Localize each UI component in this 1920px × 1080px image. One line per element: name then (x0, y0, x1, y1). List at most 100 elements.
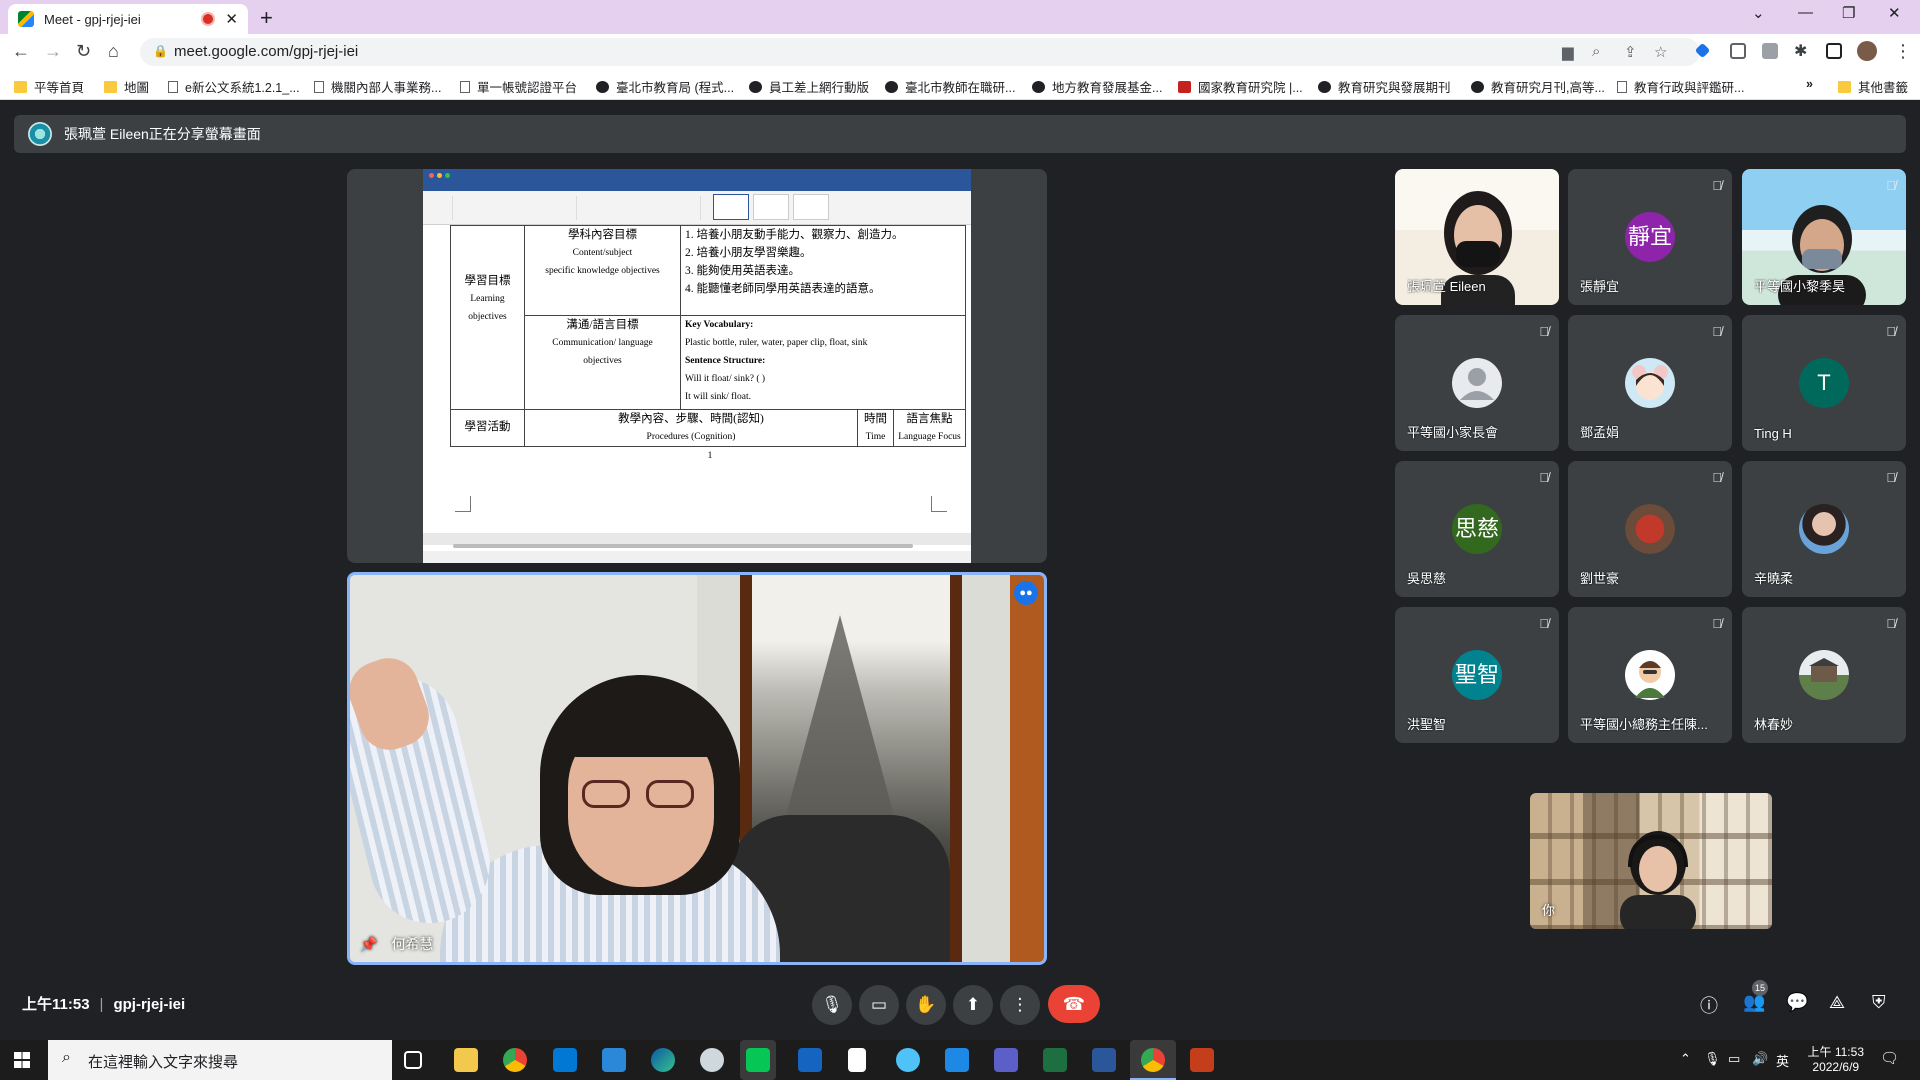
participant-tile[interactable]: 🎙̸ 林春妙 (1742, 607, 1906, 743)
lock-icon[interactable]: 🔒 (153, 44, 168, 58)
participant-tile[interactable]: 🎙̸ T Ting H (1742, 315, 1906, 451)
powerpoint-icon[interactable] (1190, 1048, 1214, 1072)
bookmark-item[interactable]: 員工差上網行動版 (749, 77, 869, 96)
bookmark-item[interactable]: 單一帳號認證平台 (460, 77, 577, 96)
pin-icon[interactable]: 📌 (360, 936, 377, 953)
participant-tile[interactable]: 🎙̸ 劉世豪 (1568, 461, 1732, 597)
windows-start-icon[interactable] (14, 1052, 30, 1068)
participant-tile[interactable]: 張珮萱 Eileen (1395, 169, 1559, 305)
bookmark-item[interactable]: e新公文系統1.2.1_... (168, 77, 300, 96)
close-tab-icon[interactable]: ✕ (225, 10, 238, 28)
chat-icon[interactable]: 💬 (1786, 992, 1808, 1013)
bookmark-item[interactable]: 機關內部人事業務... (314, 77, 441, 96)
chrome-icon[interactable] (503, 1048, 527, 1072)
store-icon[interactable] (553, 1048, 577, 1072)
taskbar-search-box[interactable]: ⌕ 在這裡輸入文字來搜尋 (48, 1040, 392, 1080)
microphone-button[interactable]: 🎙 (812, 985, 852, 1025)
task-view-icon[interactable] (404, 1051, 422, 1069)
volume-icon[interactable]: 🔊 (1752, 1051, 1768, 1067)
raise-hand-button[interactable]: ✋ (906, 985, 946, 1025)
bookmark-item[interactable]: 國家教育研究院 |... (1178, 77, 1303, 96)
more-options-button[interactable]: ⋮ (1000, 985, 1040, 1025)
teams-icon[interactable] (994, 1048, 1018, 1072)
tray-overflow-chevron-icon[interactable]: ⌃ (1680, 1051, 1691, 1067)
file-explorer-icon[interactable] (454, 1048, 478, 1072)
participant-name: 吳思慈 (1407, 571, 1447, 586)
close-window-button[interactable]: ✕ (1888, 4, 1901, 22)
bookmark-item[interactable]: 臺北市教育局 (程式... (596, 77, 734, 96)
network-icon[interactable]: ▭ (1728, 1051, 1740, 1067)
bookmark-item[interactable]: 教育研究與發展期刊 (1318, 77, 1451, 96)
bookmark-item[interactable]: 平等首頁 (14, 77, 84, 96)
extension-screen-icon[interactable] (1762, 43, 1778, 59)
browser-tabstrip: Meet - gpj-rjej-iei ✕ + ⌄ — ❐ ✕ (0, 0, 1920, 34)
bookmark-item[interactable]: 臺北市教師在職研... (885, 77, 1015, 96)
camera-button[interactable]: ▭ (859, 985, 899, 1025)
notepad-icon[interactable] (848, 1048, 866, 1072)
minimize-button[interactable]: — (1798, 4, 1813, 21)
other-bookmarks-folder[interactable]: 其他書籤 (1838, 77, 1908, 96)
participant-name: 張靜宜 (1580, 279, 1620, 294)
mail-icon[interactable] (602, 1048, 626, 1072)
line-icon[interactable] (746, 1048, 770, 1072)
bookmark-item[interactable]: 地圖 (104, 77, 149, 96)
app-icon[interactable] (700, 1048, 724, 1072)
profile-avatar[interactable] (1857, 41, 1877, 61)
participant-tile[interactable]: 🎙̸ 平等國小黎季昊 (1742, 169, 1906, 305)
host-controls-icon[interactable]: ⛨ (1872, 992, 1886, 1013)
bookmark-item[interactable]: 教育研究月刊,高等... (1471, 77, 1605, 96)
new-tab-button[interactable]: + (260, 5, 273, 31)
activities-icon[interactable]: ⟁ (1829, 992, 1845, 1013)
browser-tab-meet[interactable]: Meet - gpj-rjej-iei ✕ (8, 4, 248, 34)
notification-icon[interactable]: 🗨 (1880, 1049, 1899, 1067)
participant-tile[interactable]: 🎙̸ 平等國小總務主任陳... (1568, 607, 1732, 743)
edge-icon[interactable] (651, 1048, 675, 1072)
address-bar[interactable]: 🔒 meet.google.com/gpj-rjej-iei ▆ ⌕ ⇪ ☆ (140, 38, 1700, 66)
ime-indicator[interactable]: 英 (1776, 1051, 1789, 1070)
participant-tile[interactable]: 🎙̸ 思慈 吳思慈 (1395, 461, 1559, 597)
forward-button[interactable]: → (44, 41, 62, 62)
styles-pane-group (843, 196, 883, 220)
participant-tile[interactable]: 🎙̸ 聖智 洪聖智 (1395, 607, 1559, 743)
bookmarks-bar: 平等首頁 地圖 e新公文系統1.2.1_... 機關內部人事業務... 單一帳號… (0, 70, 1920, 100)
participant-tile[interactable]: 🎙̸ 靜宜 張靜宜 (1568, 169, 1732, 305)
restore-button[interactable]: ❐ (1842, 4, 1855, 22)
active-speaker-tile[interactable]: ●● 📌 何希慧 (347, 572, 1047, 965)
chrome-icon[interactable] (1141, 1048, 1165, 1072)
system-clock[interactable]: 上午 11:53 2022/6/9 (1808, 1045, 1864, 1075)
bookmark-item[interactable]: 地方教育發展基金... (1032, 77, 1162, 96)
app-m-icon[interactable] (945, 1048, 969, 1072)
communication-objective-cell: 溝通/語言目標 Communication/ language objectiv… (524, 315, 681, 410)
participant-tile[interactable]: 🎙̸ 鄧孟娟 (1568, 315, 1732, 451)
zoom-icon[interactable]: ⌕ (1592, 43, 1600, 60)
self-view-tile[interactable]: 你 (1530, 793, 1772, 929)
naer-icon (1178, 80, 1191, 93)
side-panel-icon[interactable] (1826, 43, 1842, 59)
camera-icon: ▭ (870, 995, 888, 1014)
extensions-puzzle-icon[interactable]: ✱ (1794, 41, 1807, 61)
back-button[interactable]: ← (12, 41, 30, 62)
share-icon[interactable]: ⇪ (1624, 43, 1637, 61)
tray-mic-icon[interactable]: 🎙 (1704, 1051, 1721, 1067)
home-button[interactable]: ⌂ (108, 41, 119, 62)
participant-tile[interactable]: 🎙̸ 平等國小家長會 (1395, 315, 1559, 451)
bookmark-star-icon[interactable]: ☆ (1654, 43, 1667, 61)
word-icon[interactable] (1092, 1048, 1116, 1072)
app-globe-icon[interactable] (798, 1048, 822, 1072)
language-objective-items: Key Vocabulary: Plastic bottle, ruler, w… (680, 315, 966, 410)
meeting-details-icon[interactable]: ⓘ (1700, 992, 1718, 1018)
excel-icon[interactable] (1043, 1048, 1067, 1072)
camera-in-use-icon[interactable]: ▆ (1562, 43, 1574, 61)
extension-window-icon[interactable] (1730, 43, 1746, 59)
more-vert-icon: ⋮ (1011, 995, 1029, 1014)
leave-call-button[interactable]: ☎ (1048, 985, 1100, 1023)
browser-menu-icon[interactable]: ⋮ (1894, 41, 1912, 62)
participant-tile[interactable]: 🎙̸ 辛曉柔 (1742, 461, 1906, 597)
present-now-button[interactable]: ⬆ (953, 985, 993, 1025)
mic-off-icon: 🎙̸ (1712, 324, 1722, 339)
app-cloud-icon[interactable] (896, 1048, 920, 1072)
bookmarks-overflow-button[interactable]: » (1806, 77, 1813, 91)
bookmark-item[interactable]: 教育行政與評鑑研... (1617, 77, 1744, 96)
reload-button[interactable]: ↻ (76, 41, 91, 62)
tab-search-chevron-icon[interactable]: ⌄ (1752, 4, 1765, 22)
